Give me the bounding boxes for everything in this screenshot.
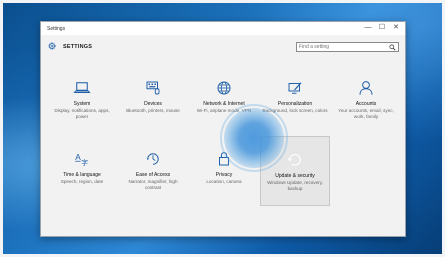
tile-accounts[interactable]: Accounts Your accounts, email, sync, wor… xyxy=(331,76,401,146)
person-icon xyxy=(359,81,373,95)
tile-label: Network & Internet xyxy=(203,101,245,107)
ease-of-access-icon xyxy=(147,153,159,165)
tile-label: Time & language xyxy=(63,172,101,178)
search-box[interactable] xyxy=(296,42,399,52)
time-language-icon: A 字 xyxy=(75,153,88,167)
gear-icon xyxy=(48,42,56,50)
tile-devices[interactable]: Devices Bluetooth, printers, mouse xyxy=(118,76,188,146)
tile-description: Your accounts, email, sync, work, family xyxy=(338,108,394,119)
tile-time-language[interactable]: A 字 Time & language Speech, region, date xyxy=(47,147,117,217)
tile-ease-of-access[interactable]: Ease of Access Narrator, magnifier, high… xyxy=(118,147,188,217)
tile-description: Bluetooth, printers, mouse xyxy=(126,108,180,113)
tile-update-security[interactable]: Update & security Windows Update, recove… xyxy=(260,136,330,206)
tile-label: Update & security xyxy=(275,173,315,179)
settings-window: Settings — ☐ ✕ SETTINGS System Display, … xyxy=(40,21,406,237)
lock-icon xyxy=(219,152,229,166)
svg-text:字: 字 xyxy=(81,158,88,167)
tile-description: Display, notifications, apps, power xyxy=(54,108,110,119)
tile-description: Narrator, magnifier, high contrast xyxy=(128,179,178,190)
tile-label: Privacy xyxy=(215,172,233,178)
refresh-icon xyxy=(287,154,301,166)
tile-network-internet[interactable]: Network & Internet Wi-Fi, airplane mode,… xyxy=(189,76,259,146)
globe-icon xyxy=(217,81,231,95)
tile-label: Personalization xyxy=(277,101,313,107)
tile-description: Location, camera xyxy=(206,179,242,184)
settings-header: SETTINGS xyxy=(41,35,405,57)
tile-description: Background, lock screen, colors xyxy=(262,108,328,113)
tile-label: Devices xyxy=(144,101,162,107)
paint-icon xyxy=(288,82,302,94)
search-input[interactable] xyxy=(299,43,385,51)
tile-description: Speech, region, date xyxy=(60,179,104,184)
laptop-icon xyxy=(73,82,91,93)
tile-label: System xyxy=(73,101,91,107)
tile-label: Accounts xyxy=(355,101,377,107)
tile-label: Ease of Access xyxy=(135,172,171,178)
title-bar[interactable]: Settings — ☐ ✕ xyxy=(41,22,405,35)
tile-description: Windows Update, recovery, backup xyxy=(267,180,323,191)
tile-system[interactable]: System Display, notifications, apps, pow… xyxy=(47,76,117,146)
search-icon[interactable] xyxy=(389,44,396,51)
window-title: Settings xyxy=(47,26,66,32)
svg-text:A: A xyxy=(75,153,81,162)
maximize-button[interactable]: ☐ xyxy=(375,23,389,33)
minimize-button[interactable]: — xyxy=(361,23,375,33)
tile-privacy[interactable]: Privacy Location, camera xyxy=(189,147,259,217)
close-button[interactable]: ✕ xyxy=(389,23,403,33)
page-title: SETTINGS xyxy=(63,44,93,50)
tile-description: Wi-Fi, airplane mode, VPN xyxy=(196,108,252,113)
keyboard-icon xyxy=(146,81,160,95)
